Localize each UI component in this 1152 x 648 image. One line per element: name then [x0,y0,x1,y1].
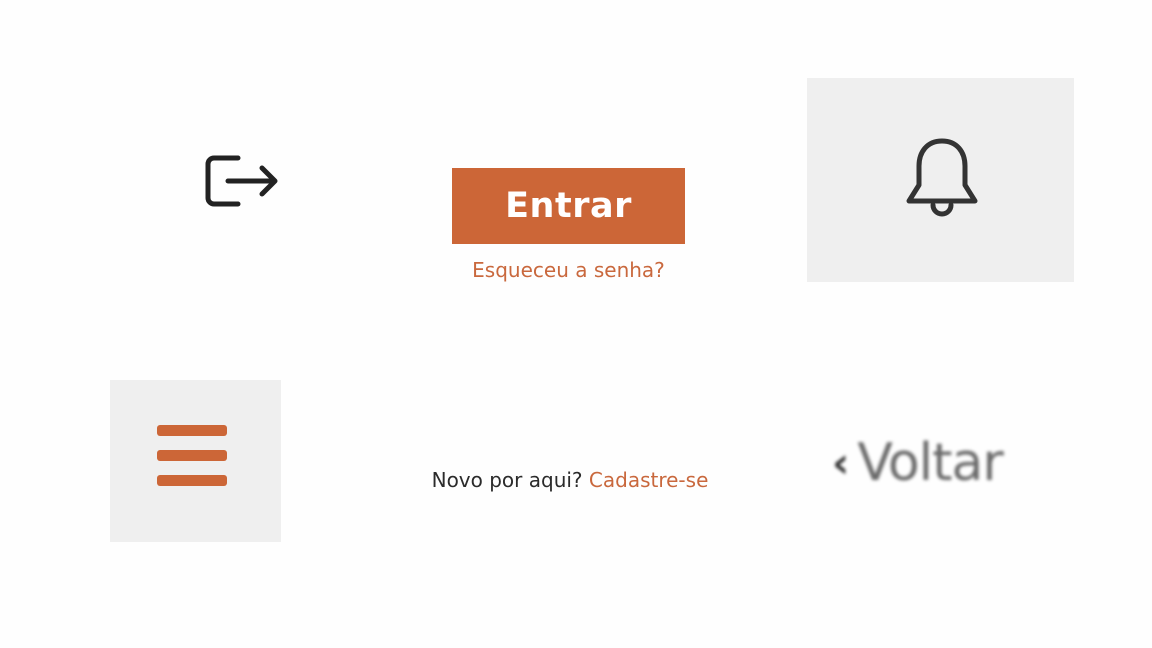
notifications-button[interactable] [807,78,1074,282]
chevron-left-icon: ‹ [832,438,850,487]
back-button[interactable]: ‹ Voltar [832,428,1004,498]
bell-icon [906,138,978,217]
menu-button[interactable] [110,380,281,542]
forgot-password-link[interactable]: Esqueceu a senha? [452,258,685,282]
signup-link[interactable]: Cadastre-se [589,468,708,492]
menu-bar [157,475,227,486]
signup-prompt-text: Novo por aqui? [431,468,583,492]
signup-prompt: Novo por aqui? Cadastre-se [380,468,760,492]
logout-icon[interactable] [200,148,282,214]
component-showcase: Entrar Esqueceu a senha? Novo por aqui? … [0,0,1152,648]
menu-bar [157,450,227,461]
menu-bar [157,425,227,436]
enter-button[interactable]: Entrar [452,168,685,244]
back-label: Voltar [857,433,1003,493]
